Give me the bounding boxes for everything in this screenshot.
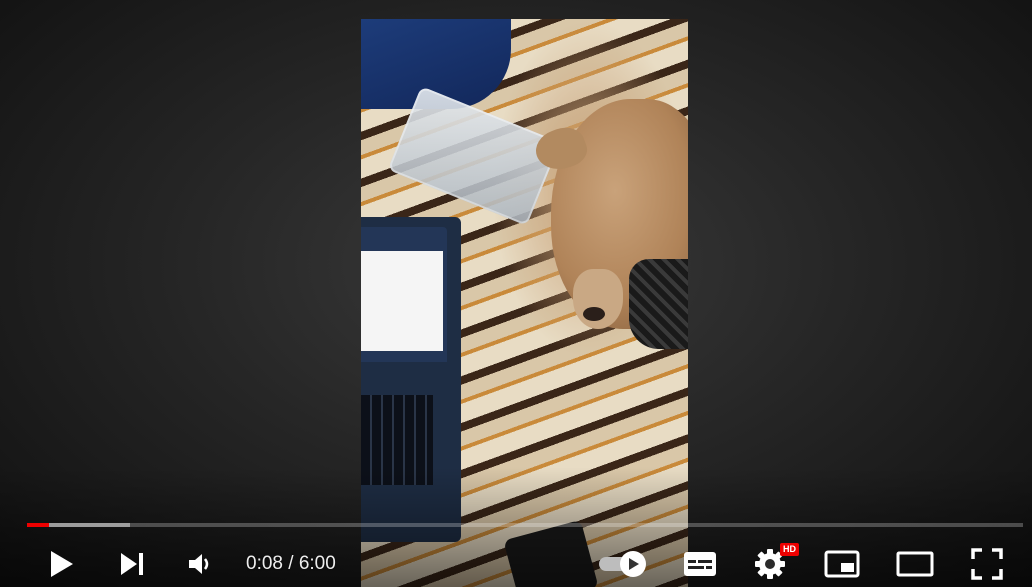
miniplayer-button[interactable]: [820, 540, 864, 587]
video-scene-dog-nose: [583, 307, 605, 321]
theater-mode-button[interactable]: [892, 540, 938, 587]
autoplay-toggle[interactable]: [596, 540, 652, 587]
subtitles-icon: [684, 551, 716, 576]
volume-button[interactable]: [178, 540, 222, 587]
video-scene-dog-coat: [629, 259, 688, 349]
duration: 6:00: [298, 553, 336, 574]
current-time: 0:08: [246, 553, 283, 574]
progress-bar[interactable]: [27, 523, 1023, 527]
hd-badge: HD: [780, 543, 799, 556]
time-display: 0:08 / 6:00: [246, 553, 336, 575]
fullscreen-icon: [971, 547, 1003, 580]
volume-icon: [189, 553, 209, 574]
next-button[interactable]: [110, 540, 154, 587]
theater-mode-icon: [896, 551, 934, 576]
player-controls: 0:08 / 6:00 HD: [0, 540, 1032, 587]
play-icon: [51, 550, 73, 577]
subtitles-button[interactable]: [678, 540, 722, 587]
fullscreen-button[interactable]: [965, 540, 1009, 587]
video-scene-keyboard: [361, 395, 433, 485]
video-scene-laptop-screen: [361, 227, 447, 362]
miniplayer-icon: [824, 550, 860, 577]
video-scene-laptop-window: [361, 251, 443, 351]
progress-played: [27, 523, 49, 527]
video-player[interactable]: 0:08 / 6:00 HD: [0, 0, 1032, 587]
video-scene-plastic-box: [387, 86, 561, 226]
play-button[interactable]: [40, 540, 84, 587]
autoplay-toggle-icon: [599, 550, 646, 577]
video-scene-laptop: [361, 217, 461, 542]
next-icon: [121, 552, 143, 575]
time-separator: /: [282, 553, 299, 574]
settings-button[interactable]: HD: [748, 540, 799, 587]
video-frame[interactable]: [361, 19, 688, 587]
